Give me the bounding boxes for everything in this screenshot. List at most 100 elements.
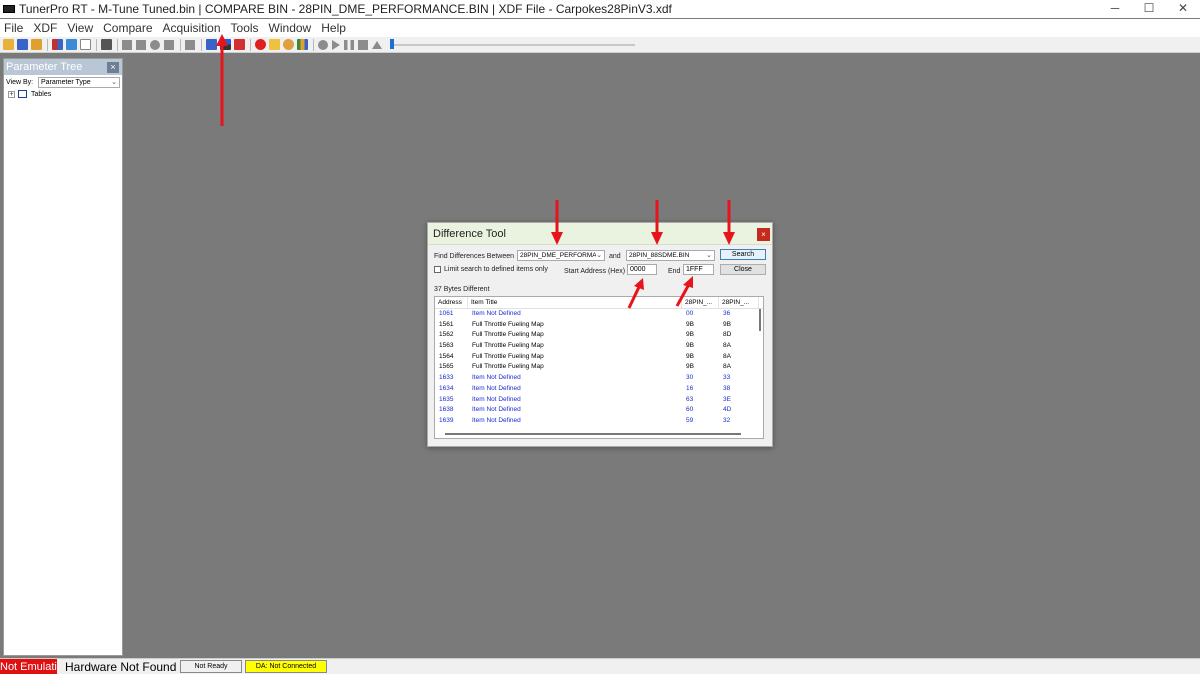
- cell-address: 1562: [439, 331, 454, 339]
- cell-item-title: Item Not Defined: [472, 384, 521, 392]
- cell-file-a: 9B: [686, 352, 694, 360]
- new-icon[interactable]: [66, 39, 77, 50]
- chevron-down-icon: ⌄: [596, 251, 602, 260]
- cell-file-b: 38: [723, 384, 731, 392]
- table-row[interactable]: 1564 Full Throttle Fueling Map 9B 8A: [435, 352, 763, 363]
- column-item-title[interactable]: Item Title: [468, 297, 682, 308]
- dialog-close-button[interactable]: ×: [757, 228, 770, 241]
- chart-icon[interactable]: [52, 39, 63, 50]
- cell-file-a: 30: [686, 374, 694, 382]
- cell-file-a: 9B: [686, 331, 694, 339]
- folder-icon[interactable]: [269, 39, 280, 50]
- limit-search-checkbox[interactable]: [434, 266, 441, 273]
- hardware-status: Hardware Not Found: [65, 659, 177, 674]
- menu-file[interactable]: File: [0, 19, 27, 37]
- column-address[interactable]: Address: [435, 297, 468, 308]
- keyboard-icon[interactable]: [185, 39, 195, 50]
- save-as-icon[interactable]: [31, 39, 42, 50]
- cell-address: 1638: [439, 406, 454, 414]
- end-address-input[interactable]: 1FFF: [683, 264, 714, 275]
- da-connection-status: DA: Not Connected: [245, 660, 327, 673]
- toolbar-separator: [96, 38, 97, 51]
- maximize-button[interactable]: ☐: [1132, 0, 1166, 18]
- table-row[interactable]: 1638 Item Not Defined 60 4D: [435, 405, 763, 416]
- cell-file-b: 32: [723, 416, 731, 424]
- open-icon[interactable]: [3, 39, 14, 50]
- table-row[interactable]: 1634 Item Not Defined 16 38: [435, 384, 763, 395]
- differences-list[interactable]: Address Item Title 28PIN_... 28PIN_... 1…: [434, 296, 764, 439]
- table-row[interactable]: 1061 Item Not Defined 00 36: [435, 309, 763, 320]
- column-file-b[interactable]: 28PIN_...: [719, 297, 759, 308]
- eject-icon[interactable]: [372, 40, 382, 49]
- page-icon[interactable]: [80, 39, 91, 50]
- file-a-select[interactable]: 28PIN_DME_PERFORMA ⌄: [517, 250, 605, 261]
- globe-icon[interactable]: [283, 39, 294, 50]
- copy-icon[interactable]: [164, 39, 174, 50]
- graph-icon[interactable]: [297, 39, 308, 50]
- table-row[interactable]: 1635 Item Not Defined 63 3E: [435, 395, 763, 406]
- ready-status: Not Ready: [180, 660, 242, 673]
- menu-view[interactable]: View: [63, 19, 97, 37]
- close-window-button[interactable]: ✕: [1166, 0, 1200, 18]
- annotation-arrow: [723, 200, 735, 245]
- table-row[interactable]: 1562 Full Throttle Fueling Map 9B 8D: [435, 330, 763, 341]
- find-differences-label: Find Differences Between: [434, 253, 515, 260]
- menu-bar: File XDF View Compare Acquisition Tools …: [0, 19, 1200, 37]
- eraser-icon[interactable]: [101, 39, 112, 50]
- view-by-select[interactable]: Parameter Type ⌄: [38, 77, 120, 88]
- window-title: TunerPro RT - M-Tune Tuned.bin | COMPARE…: [19, 2, 672, 16]
- playback-slider[interactable]: [390, 38, 635, 49]
- cell-address: 1635: [439, 395, 454, 403]
- start-address-input[interactable]: 0000: [627, 264, 657, 275]
- table-icon: [18, 90, 27, 98]
- cell-address: 1563: [439, 342, 454, 350]
- menu-xdf[interactable]: XDF: [29, 19, 61, 37]
- table-row[interactable]: 1633 Item Not Defined 30 33: [435, 373, 763, 384]
- arrow-down-icon[interactable]: [136, 39, 146, 50]
- title-bar: TunerPro RT - M-Tune Tuned.bin | COMPARE…: [0, 0, 1200, 18]
- table-row[interactable]: 1639 Item Not Defined 59 32: [435, 416, 763, 427]
- toolbar-separator: [313, 38, 314, 51]
- playback-slider-thumb[interactable]: [390, 38, 394, 49]
- cell-file-b: 8A: [723, 352, 731, 360]
- scrollbar-thumb[interactable]: [759, 309, 761, 331]
- annotation-arrow: [551, 200, 563, 245]
- menu-tools[interactable]: Tools: [227, 19, 263, 37]
- find-icon[interactable]: [234, 39, 245, 50]
- close-button[interactable]: Close: [720, 264, 766, 275]
- record-icon[interactable]: [255, 39, 266, 50]
- cell-file-b: 36: [723, 310, 731, 317]
- stop-icon[interactable]: [358, 39, 368, 50]
- file-b-value: 28PIN_88SDME.BIN: [629, 252, 690, 259]
- dialog-title: Difference Tool: [433, 227, 506, 240]
- tree-node-tables[interactable]: + Tables: [4, 90, 122, 98]
- app-icon: [3, 5, 15, 13]
- dot-icon[interactable]: [318, 39, 328, 50]
- table-row[interactable]: 1565 Full Throttle Fueling Map 9B 8A: [435, 362, 763, 373]
- cell-file-a: 9B: [686, 363, 694, 371]
- cell-file-b: 33: [723, 374, 731, 382]
- vertical-scrollbar[interactable]: [756, 309, 762, 429]
- menu-help[interactable]: Help: [317, 19, 350, 37]
- arrow-up-icon[interactable]: [122, 39, 132, 50]
- expand-icon[interactable]: +: [8, 90, 15, 98]
- menu-window[interactable]: Window: [265, 19, 316, 37]
- file-b-select[interactable]: 28PIN_88SDME.BIN ⌄: [626, 250, 715, 261]
- search-button[interactable]: Search: [720, 249, 766, 260]
- play-icon[interactable]: [332, 39, 340, 50]
- table-row[interactable]: 1561 Full Throttle Fueling Map 9B 9B: [435, 320, 763, 331]
- save-icon[interactable]: [17, 39, 28, 50]
- table-row[interactable]: 1563 Full Throttle Fueling Map 9B 8A: [435, 341, 763, 352]
- minimize-button[interactable]: ─: [1098, 0, 1132, 18]
- cell-file-b: 3E: [723, 395, 731, 403]
- annotation-arrow: [651, 200, 663, 245]
- circle-icon[interactable]: [150, 39, 160, 50]
- menu-compare[interactable]: Compare: [99, 19, 156, 37]
- horizontal-scrollbar[interactable]: [445, 433, 741, 435]
- close-panel-button[interactable]: ×: [107, 61, 119, 73]
- view-by-label: View By:: [6, 79, 34, 86]
- pause-icon[interactable]: [344, 39, 354, 50]
- toolbar-separator: [47, 38, 48, 51]
- toolbar: [0, 37, 1200, 53]
- cell-item-title: Full Throttle Fueling Map: [472, 331, 544, 339]
